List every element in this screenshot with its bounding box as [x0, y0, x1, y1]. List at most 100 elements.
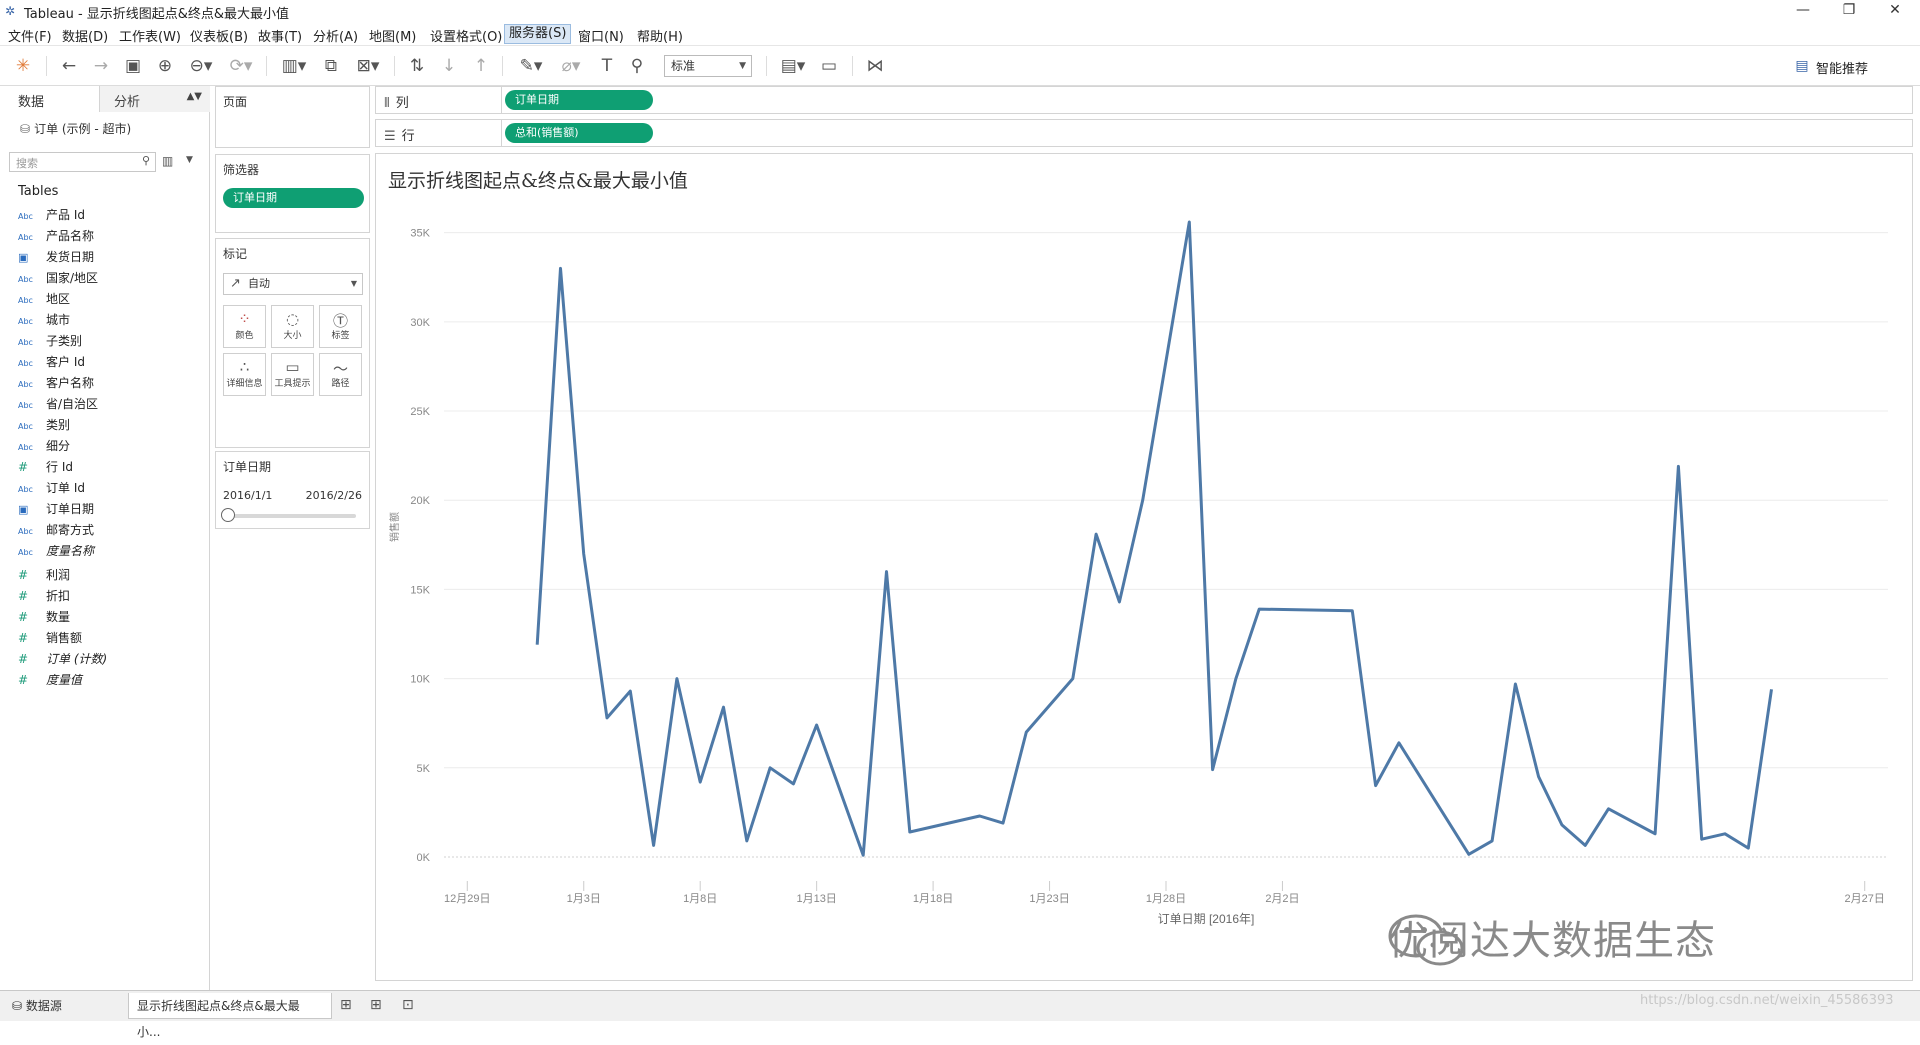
filter-pill[interactable]: 订单日期	[223, 188, 364, 208]
refresh-icon[interactable]: ⟳▾	[224, 54, 258, 78]
columns-shelf[interactable]: ⦀ 列 订单日期	[375, 86, 1913, 114]
field-item[interactable]: Abc 子类别	[18, 332, 203, 352]
text-type-icon: Abc	[18, 443, 33, 452]
presentation-mode-icon[interactable]: ▭	[816, 54, 842, 78]
field-item[interactable]: Abc 客户名称	[18, 374, 203, 394]
pages-card[interactable]: 页面	[215, 86, 370, 148]
field-item[interactable]: Abc 细分	[18, 437, 203, 457]
field-item[interactable]: Abc 订单 Id	[18, 479, 203, 499]
new-dashboard-tab-icon[interactable]: ⊞	[370, 997, 382, 1013]
field-item[interactable]: # 度量值	[18, 671, 203, 691]
rows-shelf[interactable]: ☰ 行 总和(销售额)	[375, 119, 1913, 147]
field-item[interactable]: Abc 国家/地区	[18, 269, 203, 289]
field-item[interactable]: Abc 城市	[18, 311, 203, 331]
field-item[interactable]: Abc 邮寄方式	[18, 521, 203, 541]
redo-icon[interactable]: →	[88, 54, 114, 78]
tab-data[interactable]: 数据	[0, 86, 100, 112]
show-me-icon[interactable]: ▤	[1792, 54, 1812, 78]
undo-icon[interactable]: ←	[56, 54, 82, 78]
field-item[interactable]: Abc 客户 Id	[18, 353, 203, 373]
field-item[interactable]: ▣ 订单日期	[18, 500, 203, 520]
field-name: 利润	[46, 568, 71, 582]
menu-map[interactable]: 地图(M)	[369, 26, 416, 45]
highlight-icon[interactable]: ✎▾	[514, 54, 548, 78]
x-tick-label: 1月18日	[913, 893, 953, 905]
field-item[interactable]: # 订单 (计数)	[18, 650, 203, 670]
field-item[interactable]: # 折扣	[18, 587, 203, 607]
sort-descending-icon[interactable]: ↑	[468, 54, 494, 78]
line-mark-icon: ↗	[230, 276, 241, 291]
new-datasource-icon[interactable]: ⊕	[152, 54, 178, 78]
viz-area[interactable]: 显示折线图起点&终点&最大最小值 0K 5K 10K 15K 20K 25K 30K 35K 1…	[375, 153, 1913, 981]
field-item[interactable]: Abc 产品 Id	[18, 206, 203, 226]
minimize-button[interactable]: —	[1780, 0, 1826, 23]
share-icon[interactable]: ⋈	[862, 54, 888, 78]
line-chart[interactable]: 0K 5K 10K 15K 20K 25K 30K 35K 12月29日 1月3日 1月8日 1月13…	[376, 154, 1912, 980]
sort-ascending-icon[interactable]: ↓	[436, 54, 462, 78]
path-button[interactable]: 〜路径	[319, 353, 362, 396]
field-item[interactable]: Abc 产品名称	[18, 227, 203, 247]
label-button[interactable]: Ⓣ 标签	[319, 305, 362, 348]
field-name: 产品名称	[46, 229, 95, 243]
date-slider-handle[interactable]	[221, 508, 235, 522]
field-item[interactable]: Abc 类别	[18, 416, 203, 436]
new-worksheet-tab-icon[interactable]: ⊞	[340, 997, 352, 1013]
smart-recommend-button[interactable]: 智能推荐	[1816, 58, 1868, 77]
fix-axes-icon[interactable]: ⚲	[624, 54, 650, 78]
field-item[interactable]: # 利润	[18, 566, 203, 586]
menu-worksheet[interactable]: 工作表(W)	[119, 26, 181, 45]
filters-card[interactable]: 筛选器 订单日期	[215, 154, 370, 233]
datasource-tab[interactable]: ⛁ 数据源	[4, 993, 70, 1019]
chevron-down-icon[interactable]: ▼	[186, 155, 193, 165]
group-members-icon[interactable]: ⌀▾	[554, 54, 588, 78]
menu-dashboard[interactable]: 仪表板(B)	[190, 26, 248, 45]
restore-button[interactable]: ❐	[1826, 0, 1872, 23]
sheet-tab[interactable]: 显示折线图起点&终点&最大最小...	[128, 993, 332, 1039]
show-cards-icon[interactable]: ▤▾	[776, 54, 810, 78]
menu-file[interactable]: 文件(F)	[8, 26, 52, 45]
tab-analysis[interactable]: 分析 ▲▼	[100, 86, 210, 112]
date-filter-card: 订单日期 2016/1/1 2016/2/26	[215, 451, 370, 529]
swap-rows-columns-icon[interactable]: ⇅	[404, 54, 430, 78]
pause-updates-icon[interactable]: ⊖▾	[184, 54, 218, 78]
menu-server[interactable]: 服务器(S)	[504, 24, 572, 44]
columns-pill[interactable]: 订单日期	[505, 90, 653, 110]
view-list-icon[interactable]: ▥	[162, 154, 173, 168]
color-button[interactable]: ⁘ 颜色	[223, 305, 266, 348]
x-tick-label: 1月23日	[1029, 893, 1069, 905]
show-mark-labels-icon[interactable]: T	[594, 54, 620, 78]
tableau-home-icon[interactable]: ✳	[10, 54, 36, 78]
field-item[interactable]: # 行 Id	[18, 458, 203, 478]
field-name: 产品 Id	[46, 208, 85, 222]
datasource-item[interactable]: ⛁ 订单 (示例 - 超市)	[20, 120, 131, 137]
new-story-tab-icon[interactable]: ⊡	[402, 997, 414, 1013]
fit-select[interactable]: 标准 ▼	[664, 55, 752, 77]
duplicate-sheet-icon[interactable]: ⧉	[318, 54, 344, 78]
rows-icon: ☰	[384, 129, 396, 144]
field-item[interactable]: ▣ 发货日期	[18, 248, 203, 268]
field-item[interactable]: Abc 地区	[18, 290, 203, 310]
save-icon[interactable]: ▣	[120, 54, 146, 78]
menu-analysis[interactable]: 分析(A)	[313, 26, 358, 45]
menu-data[interactable]: 数据(D)	[62, 26, 108, 45]
menu-story[interactable]: 故事(T)	[258, 26, 302, 45]
menu-help[interactable]: 帮助(H)	[637, 26, 683, 45]
marks-card: 标记 ↗ 自动 ▼ ⁘ 颜色 ◌ 大小 Ⓣ 标签 ∴ 详细信息 ▭ 工具提示 〜路径	[215, 238, 370, 448]
menu-format[interactable]: 设置格式(O)	[430, 26, 502, 45]
field-item[interactable]: # 数量	[18, 608, 203, 628]
field-item[interactable]: Abc 省/自治区	[18, 395, 203, 415]
chevron-down-icon: ▼	[350, 279, 357, 288]
field-item[interactable]: # 销售额	[18, 629, 203, 649]
menu-window[interactable]: 窗口(N)	[578, 26, 624, 45]
detail-button[interactable]: ∴ 详细信息	[223, 353, 266, 396]
clear-sheet-icon[interactable]: ⊠▾	[350, 54, 386, 78]
new-worksheet-icon[interactable]: ▥▾	[276, 54, 312, 78]
close-button[interactable]: ✕	[1872, 0, 1918, 23]
field-item[interactable]: Abc 度量名称	[18, 542, 203, 562]
size-button[interactable]: ◌ 大小	[271, 305, 314, 348]
rows-pill[interactable]: 总和(销售额)	[505, 123, 653, 143]
search-input[interactable]: 搜索 ⚲	[9, 152, 156, 172]
mark-type-select[interactable]: ↗ 自动 ▼	[223, 273, 363, 295]
date-slider-track[interactable]	[223, 514, 356, 518]
tooltip-button[interactable]: ▭ 工具提示	[271, 353, 314, 396]
